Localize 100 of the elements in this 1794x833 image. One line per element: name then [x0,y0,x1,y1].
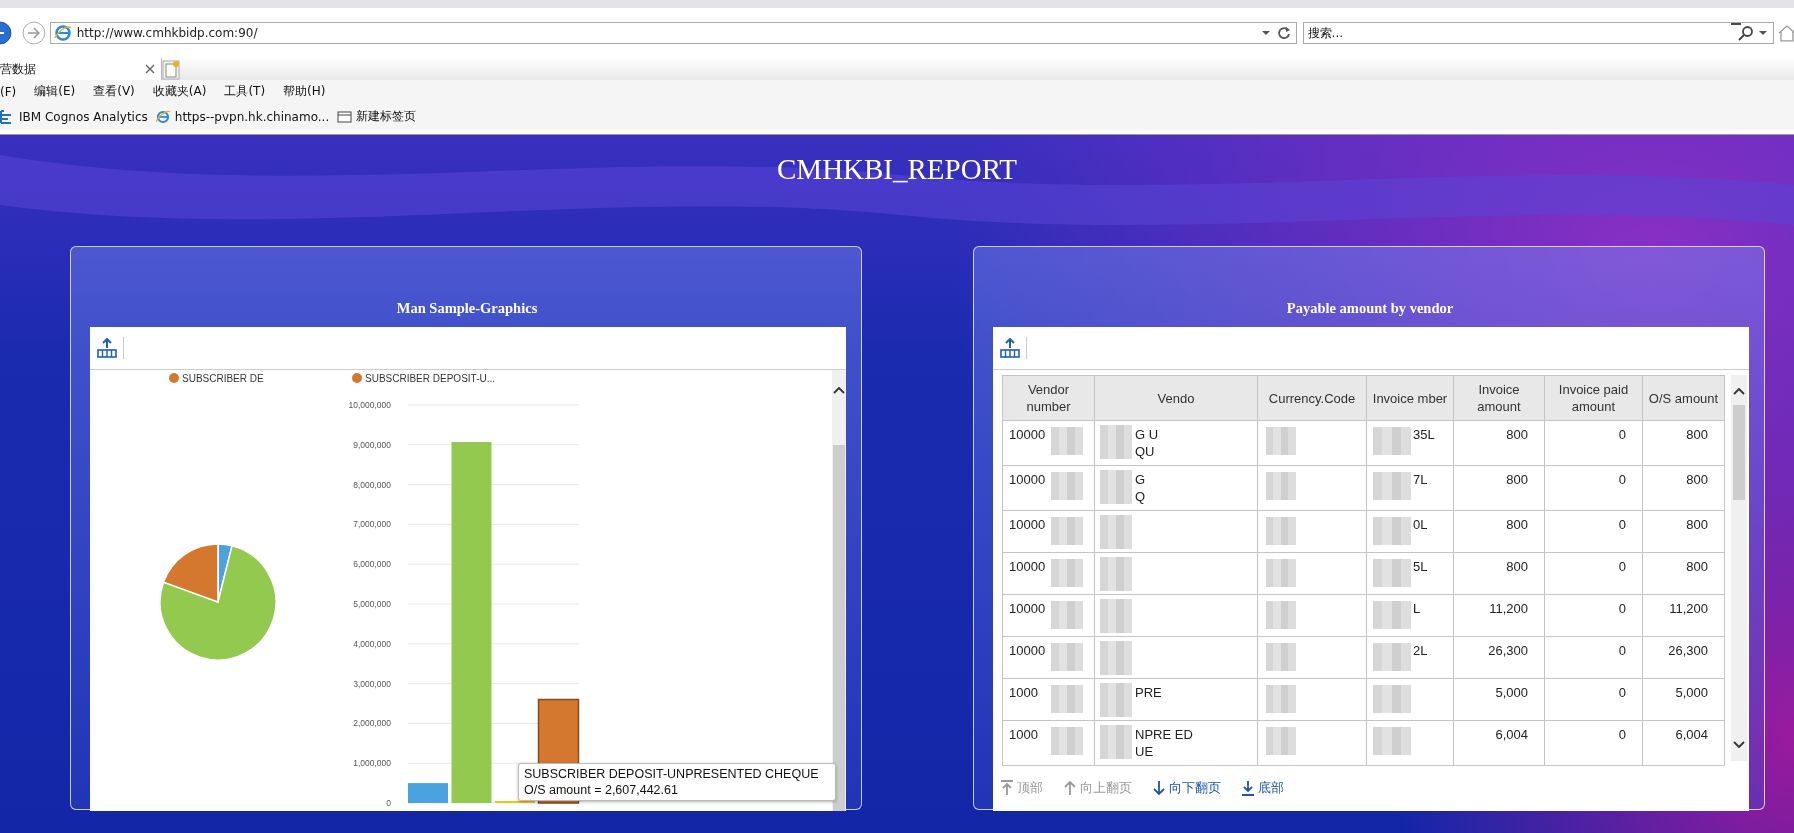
column-header[interactable]: Invoice paid amount [1544,375,1643,421]
menu-item[interactable]: 工具(T) [215,83,275,100]
table-cell: 6,004 [1675,727,1708,742]
report-title: CMHKBI_REPORT [777,153,1017,186]
menu-item[interactable]: 收藏夹(A) [143,83,216,100]
tooltip-title: SUBSCRIBER DEPOSIT-UNPRESENTED CHEQUE [524,766,820,782]
table-cell: 800 [1686,427,1708,442]
pixelated-mask [1266,727,1296,755]
scrollbar-thumb[interactable] [1733,405,1745,500]
table-cell: 11,200 [1669,601,1708,616]
close-icon[interactable] [145,64,155,74]
pixelated-mask [1100,641,1132,675]
pixelated-mask [1051,472,1083,500]
table-cell: 800 [1686,517,1708,532]
column-header[interactable]: Invoice mber [1366,375,1454,421]
menu-item[interactable]: 编辑(E) [25,83,85,100]
pixelated-mask [1100,515,1132,549]
table-cell: 10000 [1009,643,1046,658]
table-cell: 35L [1413,427,1435,442]
pixelated-mask [1266,517,1296,545]
table-cell: 5L [1413,559,1428,574]
pixelated-mask [1266,685,1296,713]
menu-item[interactable]: (F) [0,84,26,99]
chevron-down-icon[interactable] [1733,741,1745,749]
pixelated-mask [1373,427,1411,455]
favorite-link[interactable]: IBM Cognos Analytics [0,108,148,125]
arrow-up-icon [1063,780,1077,796]
browser-tab[interactable]: 营数据 [0,58,162,80]
pixelated-mask [1051,643,1083,671]
chevron-up-icon[interactable] [1733,387,1745,395]
scrollbar[interactable] [1731,375,1747,761]
table-cell: 10000 [1009,472,1046,487]
axis-tick-label: 8,000,000 [353,479,391,490]
table-cell: 0L [1413,517,1428,532]
browser-icon [155,108,171,125]
refresh-icon[interactable] [1276,25,1291,40]
legend-label: SUBSCRIBER DEPOSIT-U... [365,373,496,384]
panel-title: Payable amount by vendor [1286,300,1454,317]
table-cell: 0 [1618,601,1626,616]
favorite-link[interactable]: 新建标签页 [337,108,417,125]
arrow-down-icon [1152,780,1166,796]
pixelated-mask [1051,727,1083,755]
axis-tick-label: 9,000,000 [353,439,391,450]
table-cell: 5,000 [1675,685,1708,700]
table-cell: 0 [1618,559,1626,574]
pixelated-mask [1051,517,1083,545]
home-icon[interactable] [1778,23,1794,42]
pixelated-mask [1373,472,1411,500]
table-cell: 0 [1618,685,1626,700]
table-cell: 0 [1618,472,1626,487]
axis-tick-label: 2,000,000 [353,718,391,729]
address-field[interactable]: http://www.cmhkbidp.com:90/ [49,21,1297,44]
pixelated-mask [1100,470,1132,504]
table-cell: 5,000 [1495,685,1528,700]
column-header[interactable]: Vendo [1094,375,1258,421]
table-cell-text: G U QU [1135,426,1160,460]
pixelated-mask [1373,601,1411,629]
pixelated-mask [1051,559,1083,587]
table-cell: 800 [1506,472,1528,487]
tooltip-value: O/S amount = 2,607,442.61 [524,782,679,798]
column-header[interactable]: Invoice amount [1453,375,1545,421]
pixelated-mask [1373,727,1411,755]
page-button[interactable]: 向下翻页 [1152,779,1221,797]
search-icon[interactable] [1738,24,1755,41]
table-cell: 800 [1506,517,1528,532]
pixelated-mask [1373,517,1411,545]
axis-tick-label: 4,000,000 [353,638,391,649]
table-cell: 10000 [1009,517,1046,532]
table-cell: 0 [1618,727,1626,742]
upload-icon[interactable] [97,338,117,358]
chevron-up-icon[interactable] [833,386,845,394]
page-icon [337,108,353,125]
column-header[interactable]: Vendor number [1002,375,1095,421]
favorite-link[interactable]: https--pvpn.hk.chinamo... [155,108,330,125]
menu-item[interactable]: 查看(V) [84,83,144,100]
pixelated-mask [1266,427,1296,455]
pixelated-mask [1266,601,1296,629]
scrollbar[interactable] [832,370,846,811]
pixelated-mask [1373,559,1411,587]
page-button[interactable]: 底部 [1241,779,1284,797]
browser-icon [53,23,72,42]
table-cell-text: NPRE ED UE [1135,726,1194,760]
table-cell: 2L [1413,643,1428,658]
table-cell: 800 [1506,427,1528,442]
table-cell-text: G Q [1135,471,1147,505]
arrow-to-top-icon [1000,780,1014,796]
pixelated-mask [1051,685,1083,713]
search-field[interactable]: 搜索... [1302,21,1775,44]
column-header[interactable]: Currency.Code [1257,375,1367,421]
table-cell: 1000 [1009,685,1038,700]
axis-tick-label: 5,000,000 [353,599,391,609]
table-cell: 10000 [1009,427,1046,442]
table-cell: 26,300 [1488,643,1528,658]
menu-item[interactable]: 帮助(H) [274,83,335,100]
pixelated-mask [1373,685,1411,713]
column-header[interactable]: O/S amount [1642,375,1725,421]
pixelated-mask [1266,559,1296,587]
upload-icon[interactable] [1000,338,1020,358]
table-cell: 800 [1506,559,1528,574]
scrollbar-thumb[interactable] [833,445,845,811]
